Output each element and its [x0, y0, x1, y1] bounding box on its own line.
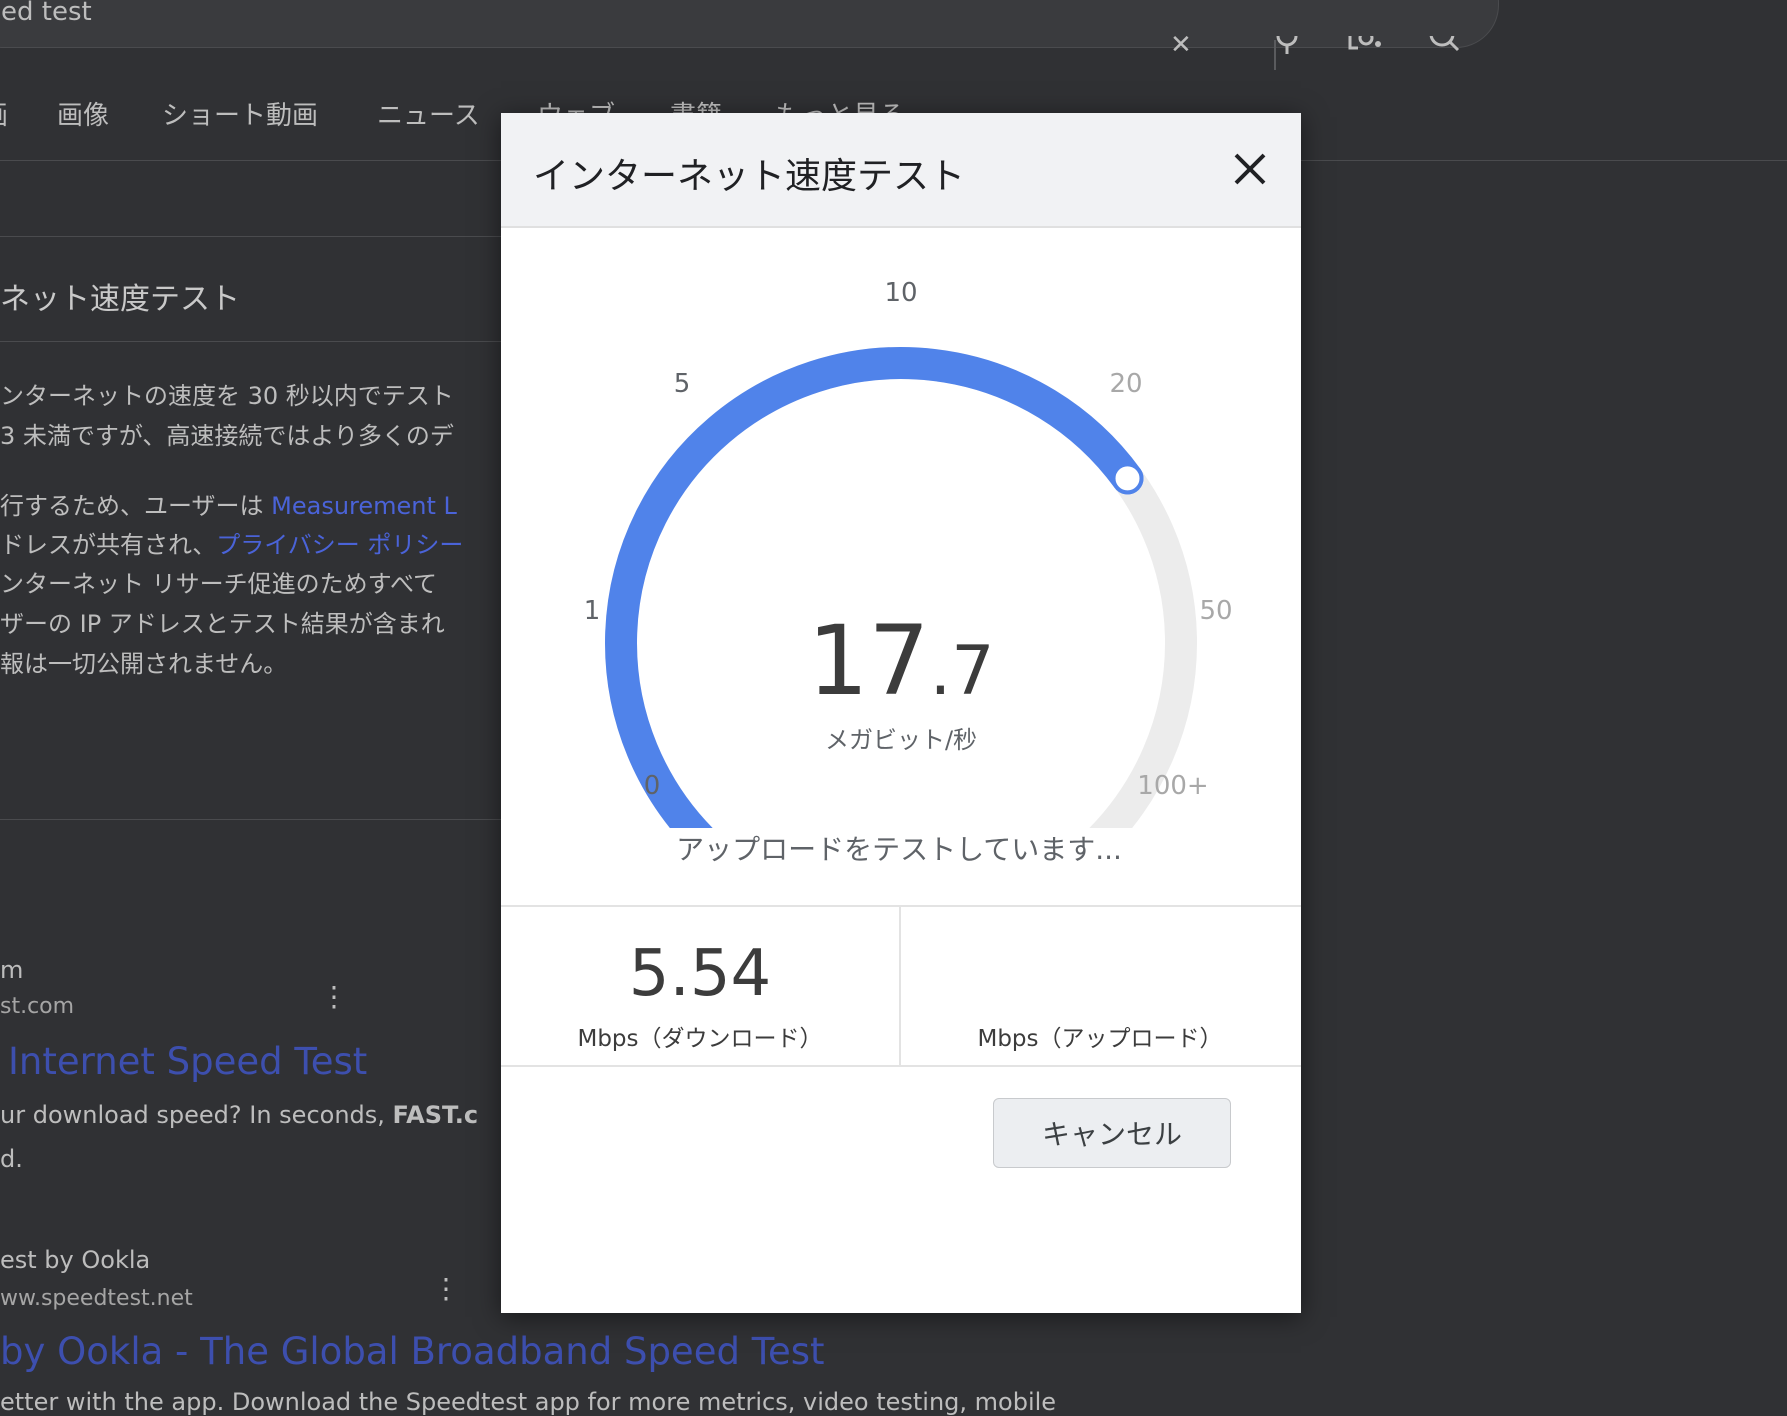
gauge-tick-label: 0 [644, 771, 661, 801]
gauge-progress [605, 347, 1144, 828]
lens-icon[interactable] [1346, 36, 1386, 54]
download-value: 5.54 [628, 937, 772, 1011]
dialog-header: インターネット速度テスト [501, 113, 1301, 228]
dialog-title: インターネット速度テスト [533, 156, 966, 197]
more-options-icon[interactable]: ⋮ [432, 1275, 460, 1303]
section-title: ネット速度テスト [0, 282, 240, 317]
privacy-line: 報は一切公開されません。 [0, 650, 288, 678]
result-url: ww.speedtest.net [0, 1286, 193, 1311]
gauge-tick-label: 1 [584, 596, 601, 626]
privacy-line: ンターネット リサーチ促進のためすべて [0, 570, 437, 598]
section-divider [0, 236, 520, 237]
tab-news[interactable]: ニュース [377, 95, 480, 132]
download-result: 5.54 Mbps（ダウンロード） [501, 907, 899, 1065]
result-site-name: m [0, 956, 24, 984]
close-icon[interactable] [1226, 145, 1274, 193]
results-panel: 5.54 Mbps（ダウンロード） Mbps（アップロード） [501, 905, 1301, 1067]
speed-unit-label: メガビット/秒 [825, 726, 977, 754]
gauge-tick-label: 50 [1199, 596, 1232, 626]
gauge-indicator [1111, 462, 1144, 495]
description-line: 3 未満ですが、高速接続ではより多くのデ [0, 422, 454, 450]
gauge-tick-label: 5 [674, 369, 691, 399]
result-title-link[interactable]: Internet Speed Test [8, 1040, 367, 1083]
result-title-link[interactable]: by Ookla - The Global Broadband Speed Te… [0, 1330, 825, 1373]
privacy-line: ドレスが共有され、プライバシー ポリシー [0, 531, 464, 559]
close-button[interactable] [1226, 145, 1274, 193]
download-label: Mbps（ダウンロード） [577, 1026, 823, 1052]
result-snippet: etter with the app. Download the Speedte… [0, 1388, 1057, 1416]
description-line: ンターネットの速度を 30 秒以内でテスト [0, 382, 454, 410]
section-divider-3 [0, 819, 520, 820]
section-divider-2 [0, 341, 520, 342]
tab-short-videos[interactable]: ショート動画 [162, 95, 318, 132]
upload-label: Mbps（アップロード） [977, 1026, 1223, 1052]
privacy-policy-link[interactable]: プライバシー ポリシー [216, 531, 463, 559]
result-site-name: est by Ookla [0, 1246, 151, 1274]
more-options-icon[interactable]: ⋮ [320, 983, 348, 1011]
test-status: アップロードをテストしています... [676, 833, 1122, 866]
mic-icon[interactable] [1270, 36, 1304, 54]
speed-gauge: 0 1 5 10 20 50 100+ 17.7 メガビット/秒 [584, 278, 1233, 828]
speed-test-dialog: インターネット速度テスト 0 1 5 10 20 50 100+ 17.7 メガ… [501, 113, 1301, 1313]
tab-images[interactable]: 画像 [57, 95, 109, 132]
cancel-button[interactable]: キャンセル [993, 1098, 1231, 1168]
search-input[interactable]: ed test [1, 0, 92, 27]
privacy-line: ザーの IP アドレスとテスト結果が含まれ [0, 610, 445, 638]
search-icon[interactable] [1428, 36, 1464, 54]
current-speed: 17.7 [807, 605, 994, 717]
tab-all[interactable]: 画 [0, 95, 8, 132]
measurement-lab-link[interactable]: Measurement L [271, 492, 457, 520]
gauge-tick-label: 20 [1109, 369, 1142, 399]
clear-icon[interactable]: ✕ [1170, 36, 1200, 54]
result-snippet: d. [0, 1145, 23, 1173]
privacy-line: 行するため、ユーザーは Measurement L [0, 492, 457, 520]
gauge-tick-label: 10 [884, 278, 917, 308]
upload-result: Mbps（アップロード） [901, 907, 1299, 1065]
gauge-tick-label: 100+ [1137, 771, 1208, 801]
result-snippet: ur download speed? In seconds, FAST.c [0, 1101, 479, 1129]
result-url: st.com [0, 994, 75, 1019]
